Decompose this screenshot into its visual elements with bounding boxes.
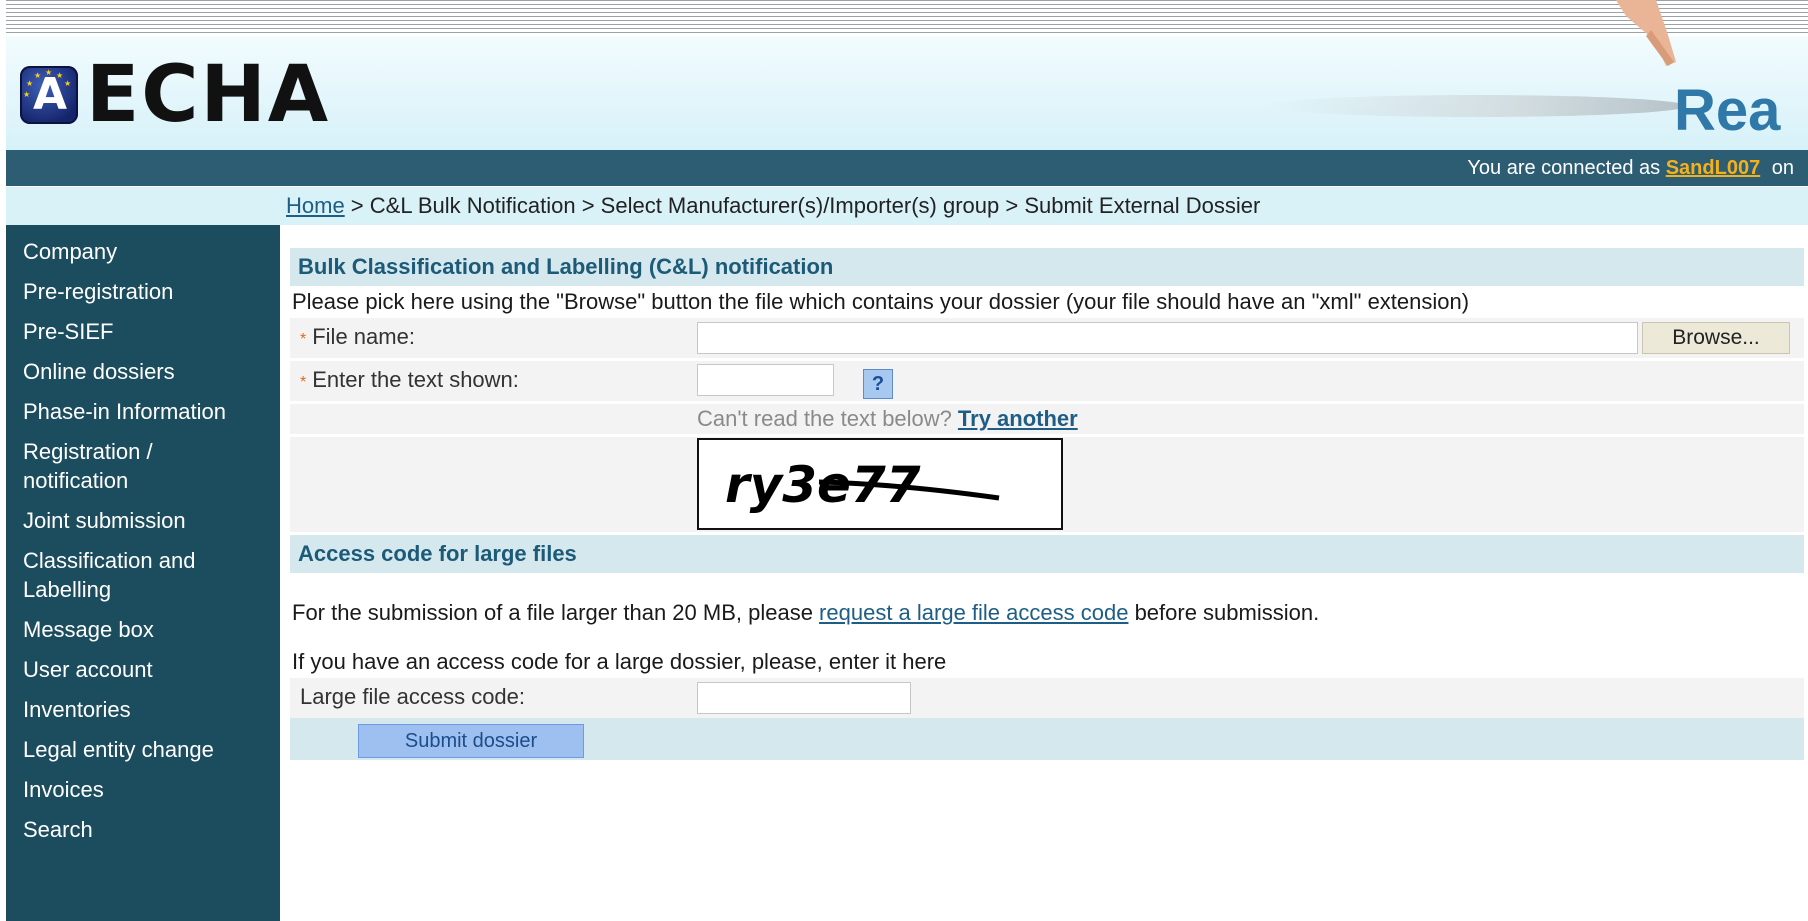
user-status-bar: You are connected as SandL007 on xyxy=(6,150,1808,186)
captcha-image: ry3e77 xyxy=(697,438,1063,530)
sidebar-item-pre-sief[interactable]: Pre-SIEF xyxy=(6,313,280,353)
site-header: ★ ★ ★ ★ ★ ★ A ECHA Rea xyxy=(6,0,1808,150)
breadcrumb-path: > C&L Bulk Notification > Select Manufac… xyxy=(344,193,1261,218)
captcha-help-button[interactable]: ? xyxy=(863,369,893,399)
echa-logo-icon: ★ ★ ★ ★ ★ ★ A xyxy=(20,66,78,124)
reach-brand-text: Rea xyxy=(1674,78,1781,143)
section-title-bulk-cl: Bulk Classification and Labelling (C&L) … xyxy=(290,248,1804,286)
access-code-row: Large file access code: xyxy=(290,678,1804,718)
file-name-label: File name: xyxy=(312,324,415,349)
upload-instructions: Please pick here using the "Browse" butt… xyxy=(292,289,1470,314)
sidebar-item-user-account[interactable]: User account xyxy=(6,651,280,691)
sidebar-item-classification-labelling[interactable]: Classification and Labelling xyxy=(6,542,235,611)
breadcrumb: Home > C&L Bulk Notification > Select Ma… xyxy=(6,187,1808,225)
captcha-image-row: ry3e77 xyxy=(290,437,1804,532)
large-file-notice: For the submission of a file larger than… xyxy=(292,600,1320,625)
sidebar-nav: Company Pre-registration Pre-SIEF Online… xyxy=(6,225,280,921)
main-content: Bulk Classification and Labelling (C&L) … xyxy=(290,248,1804,760)
captcha-prompt-text: Can't read the text below? xyxy=(697,406,952,431)
section-title-access-code: Access code for large files xyxy=(290,535,1804,573)
captcha-prompt-row: Can't read the text below? Try another xyxy=(290,404,1804,434)
request-access-code-link[interactable]: request a large file access code xyxy=(819,600,1128,625)
echa-logo[interactable]: ★ ★ ★ ★ ★ ★ A ECHA xyxy=(20,50,331,140)
sidebar-item-search[interactable]: Search xyxy=(6,811,280,851)
required-marker: * xyxy=(300,331,307,348)
try-another-link[interactable]: Try another xyxy=(958,406,1078,431)
sidebar-item-joint-submission[interactable]: Joint submission xyxy=(6,502,280,542)
file-name-input[interactable] xyxy=(697,322,1638,354)
sidebar-item-online-dossiers[interactable]: Online dossiers xyxy=(6,353,280,393)
required-marker: * xyxy=(300,374,307,391)
sidebar-item-message-box[interactable]: Message box xyxy=(6,611,280,651)
captcha-label: Enter the text shown: xyxy=(312,367,519,392)
sidebar-item-registration-notification[interactable]: Registration / notification xyxy=(6,433,235,502)
header-swoosh xyxy=(1266,95,1686,117)
browse-button[interactable]: Browse... xyxy=(1642,322,1790,354)
captcha-scribble: ry3e77 xyxy=(725,456,1000,514)
logo-text: ECHA xyxy=(86,50,331,140)
sidebar-item-invoices[interactable]: Invoices xyxy=(6,771,280,811)
sidebar-item-inventories[interactable]: Inventories xyxy=(6,691,280,731)
file-name-row: * File name: Browse... xyxy=(290,318,1804,358)
submit-dossier-button[interactable]: Submit dossier xyxy=(358,724,584,758)
submit-bar: Submit dossier xyxy=(290,718,1804,760)
captcha-input-row: * Enter the text shown: ? xyxy=(290,361,1804,401)
breadcrumb-home-link[interactable]: Home xyxy=(286,193,345,218)
connected-as-text: You are connected as xyxy=(1467,157,1661,179)
access-code-input[interactable] xyxy=(697,682,911,714)
pointing-hand-icon xyxy=(1616,0,1676,66)
username-link[interactable]: SandL007 xyxy=(1666,157,1760,179)
sidebar-item-phase-in-information[interactable]: Phase-in Information xyxy=(6,393,280,433)
header-stripes xyxy=(6,0,1808,36)
sidebar-item-pre-registration[interactable]: Pre-registration xyxy=(6,273,280,313)
access-code-label: Large file access code: xyxy=(300,684,526,709)
sidebar-item-legal-entity-change[interactable]: Legal entity change xyxy=(6,731,280,771)
sidebar-item-company[interactable]: Company xyxy=(6,233,280,273)
access-code-instructions: If you have an access code for a large d… xyxy=(292,649,947,674)
captcha-input[interactable] xyxy=(697,364,834,396)
connected-suffix: on xyxy=(1771,157,1794,179)
captcha-text: ry3e77 xyxy=(725,456,921,514)
